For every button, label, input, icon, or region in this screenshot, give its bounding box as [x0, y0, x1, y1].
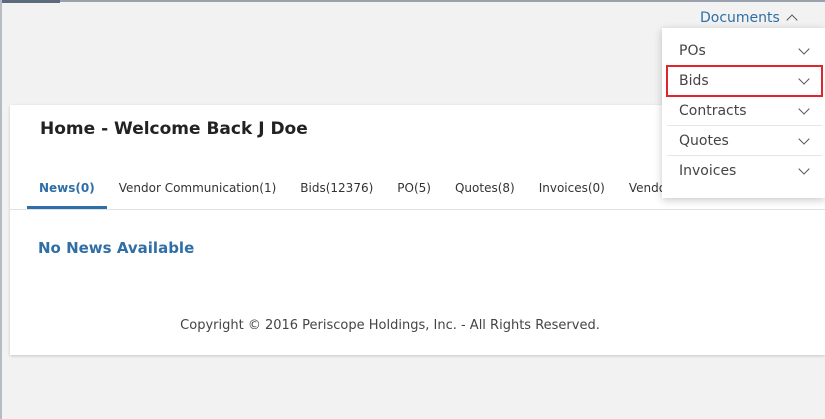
- window-top-border: [0, 0, 825, 2]
- chevron-up-icon: [786, 14, 798, 26]
- chevron-down-icon: [798, 163, 810, 175]
- menu-item-quotes[interactable]: Quotes: [667, 126, 822, 156]
- chevron-down-icon: [798, 72, 810, 85]
- home-tabs: News(0) Vendor Communication(1) Bids(123…: [27, 167, 683, 209]
- page-title: Home - Welcome Back J Doe: [40, 119, 308, 139]
- documents-dropdown-menu: POs Bids Contracts Quotes Invoices: [662, 28, 825, 198]
- tab-news[interactable]: News(0): [27, 167, 107, 209]
- tabs-divider: [10, 209, 825, 210]
- no-news-message: No News Available: [38, 239, 195, 257]
- menu-item-pos[interactable]: POs: [667, 36, 822, 66]
- tab-quotes[interactable]: Quotes(8): [443, 167, 527, 209]
- menu-item-contracts[interactable]: Contracts: [667, 96, 822, 126]
- menu-item-label: Quotes: [679, 132, 729, 149]
- menu-item-bids[interactable]: Bids: [666, 65, 823, 97]
- tab-bids[interactable]: Bids(12376): [288, 167, 385, 209]
- chevron-down-icon: [798, 102, 810, 115]
- window-left-border: [0, 0, 2, 419]
- menu-item-invoices[interactable]: Invoices: [667, 156, 822, 186]
- documents-nav-label: Documents: [700, 10, 780, 26]
- menu-item-label: Contracts: [679, 102, 747, 119]
- documents-nav-toggle[interactable]: Documents: [700, 8, 798, 28]
- copyright-text: Copyright © 2016 Periscope Holdings, Inc…: [180, 318, 600, 333]
- chevron-down-icon: [798, 132, 810, 145]
- tab-vendor-communication[interactable]: Vendor Communication(1): [107, 167, 289, 209]
- tab-po[interactable]: PO(5): [385, 167, 443, 209]
- tab-invoices[interactable]: Invoices(0): [527, 167, 617, 209]
- chevron-down-icon: [798, 42, 810, 55]
- menu-item-label: Invoices: [679, 163, 737, 179]
- menu-item-label: POs: [679, 42, 706, 59]
- window-top-accent: [0, 0, 60, 3]
- menu-item-label: Bids: [679, 72, 709, 89]
